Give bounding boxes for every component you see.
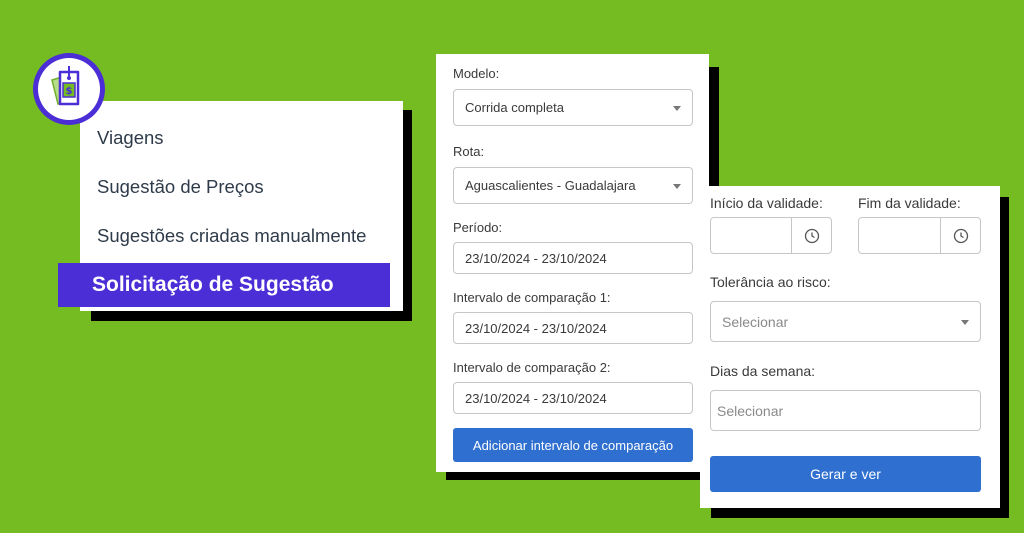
fim-time-input[interactable] <box>858 217 981 254</box>
comp2-input[interactable]: 23/10/2024 - 23/10/2024 <box>453 382 693 414</box>
rota-label: Rota: <box>453 144 485 159</box>
app-logo: $ <box>33 53 105 125</box>
inicio-label: Início da validade: <box>710 195 823 211</box>
price-tag-symbol: $ <box>66 86 73 97</box>
menu-item-viagens[interactable]: Viagens <box>97 127 164 149</box>
inicio-time-input[interactable] <box>710 217 832 254</box>
modelo-select[interactable]: Corrida completa <box>453 89 693 126</box>
modelo-label: Modelo: <box>453 66 500 81</box>
price-tag-icon: $ <box>51 66 80 106</box>
rota-select[interactable]: Aguascalientes - Guadalajara <box>453 167 693 204</box>
side-form: Início da validade: Fim da validade: Tol… <box>700 186 1000 508</box>
modelo-value: Corrida completa <box>465 100 564 115</box>
dias-placeholder: Selecionar <box>717 402 784 419</box>
menu-item-sugestoes-manuais[interactable]: Sugestões criadas manualmente <box>97 225 366 247</box>
menu-item-sugestao-precos[interactable]: Sugestão de Preços <box>97 176 264 198</box>
periodo-input[interactable]: 23/10/2024 - 23/10/2024 <box>453 242 693 274</box>
chevron-down-icon <box>673 105 681 111</box>
comp1-value: 23/10/2024 - 23/10/2024 <box>465 320 607 336</box>
chevron-down-icon <box>673 183 681 189</box>
generate-button[interactable]: Gerar e ver <box>710 456 981 492</box>
tolerancia-placeholder: Selecionar <box>722 313 789 330</box>
tolerancia-select[interactable]: Selecionar <box>710 301 981 342</box>
comp1-input[interactable]: 23/10/2024 - 23/10/2024 <box>453 312 693 344</box>
navigation-menu: Viagens Sugestão de Preços Sugestões cri… <box>58 101 403 311</box>
clock-icon[interactable] <box>940 218 980 253</box>
tolerancia-label: Tolerância ao risco: <box>710 274 831 290</box>
periodo-value: 23/10/2024 - 23/10/2024 <box>465 250 607 266</box>
add-comparison-button[interactable]: Adicionar intervalo de comparação <box>453 428 693 462</box>
dias-select[interactable]: Selecionar <box>710 390 981 431</box>
comp2-value: 23/10/2024 - 23/10/2024 <box>465 390 607 406</box>
dias-label: Dias da semana: <box>710 363 816 379</box>
rota-value: Aguascalientes - Guadalajara <box>465 178 636 193</box>
clock-icon[interactable] <box>791 218 831 253</box>
comp1-label: Intervalo de comparação 1: <box>453 290 611 305</box>
comp2-label: Intervalo de comparação 2: <box>453 360 611 375</box>
main-form: Modelo: Corrida completa Rota: Aguascali… <box>436 54 709 472</box>
menu-item-solicitacao-sugestao[interactable]: Solicitação de Sugestão <box>58 263 390 307</box>
fim-label: Fim da validade: <box>858 195 961 211</box>
chevron-down-icon <box>961 319 969 325</box>
periodo-label: Período: <box>453 220 503 235</box>
